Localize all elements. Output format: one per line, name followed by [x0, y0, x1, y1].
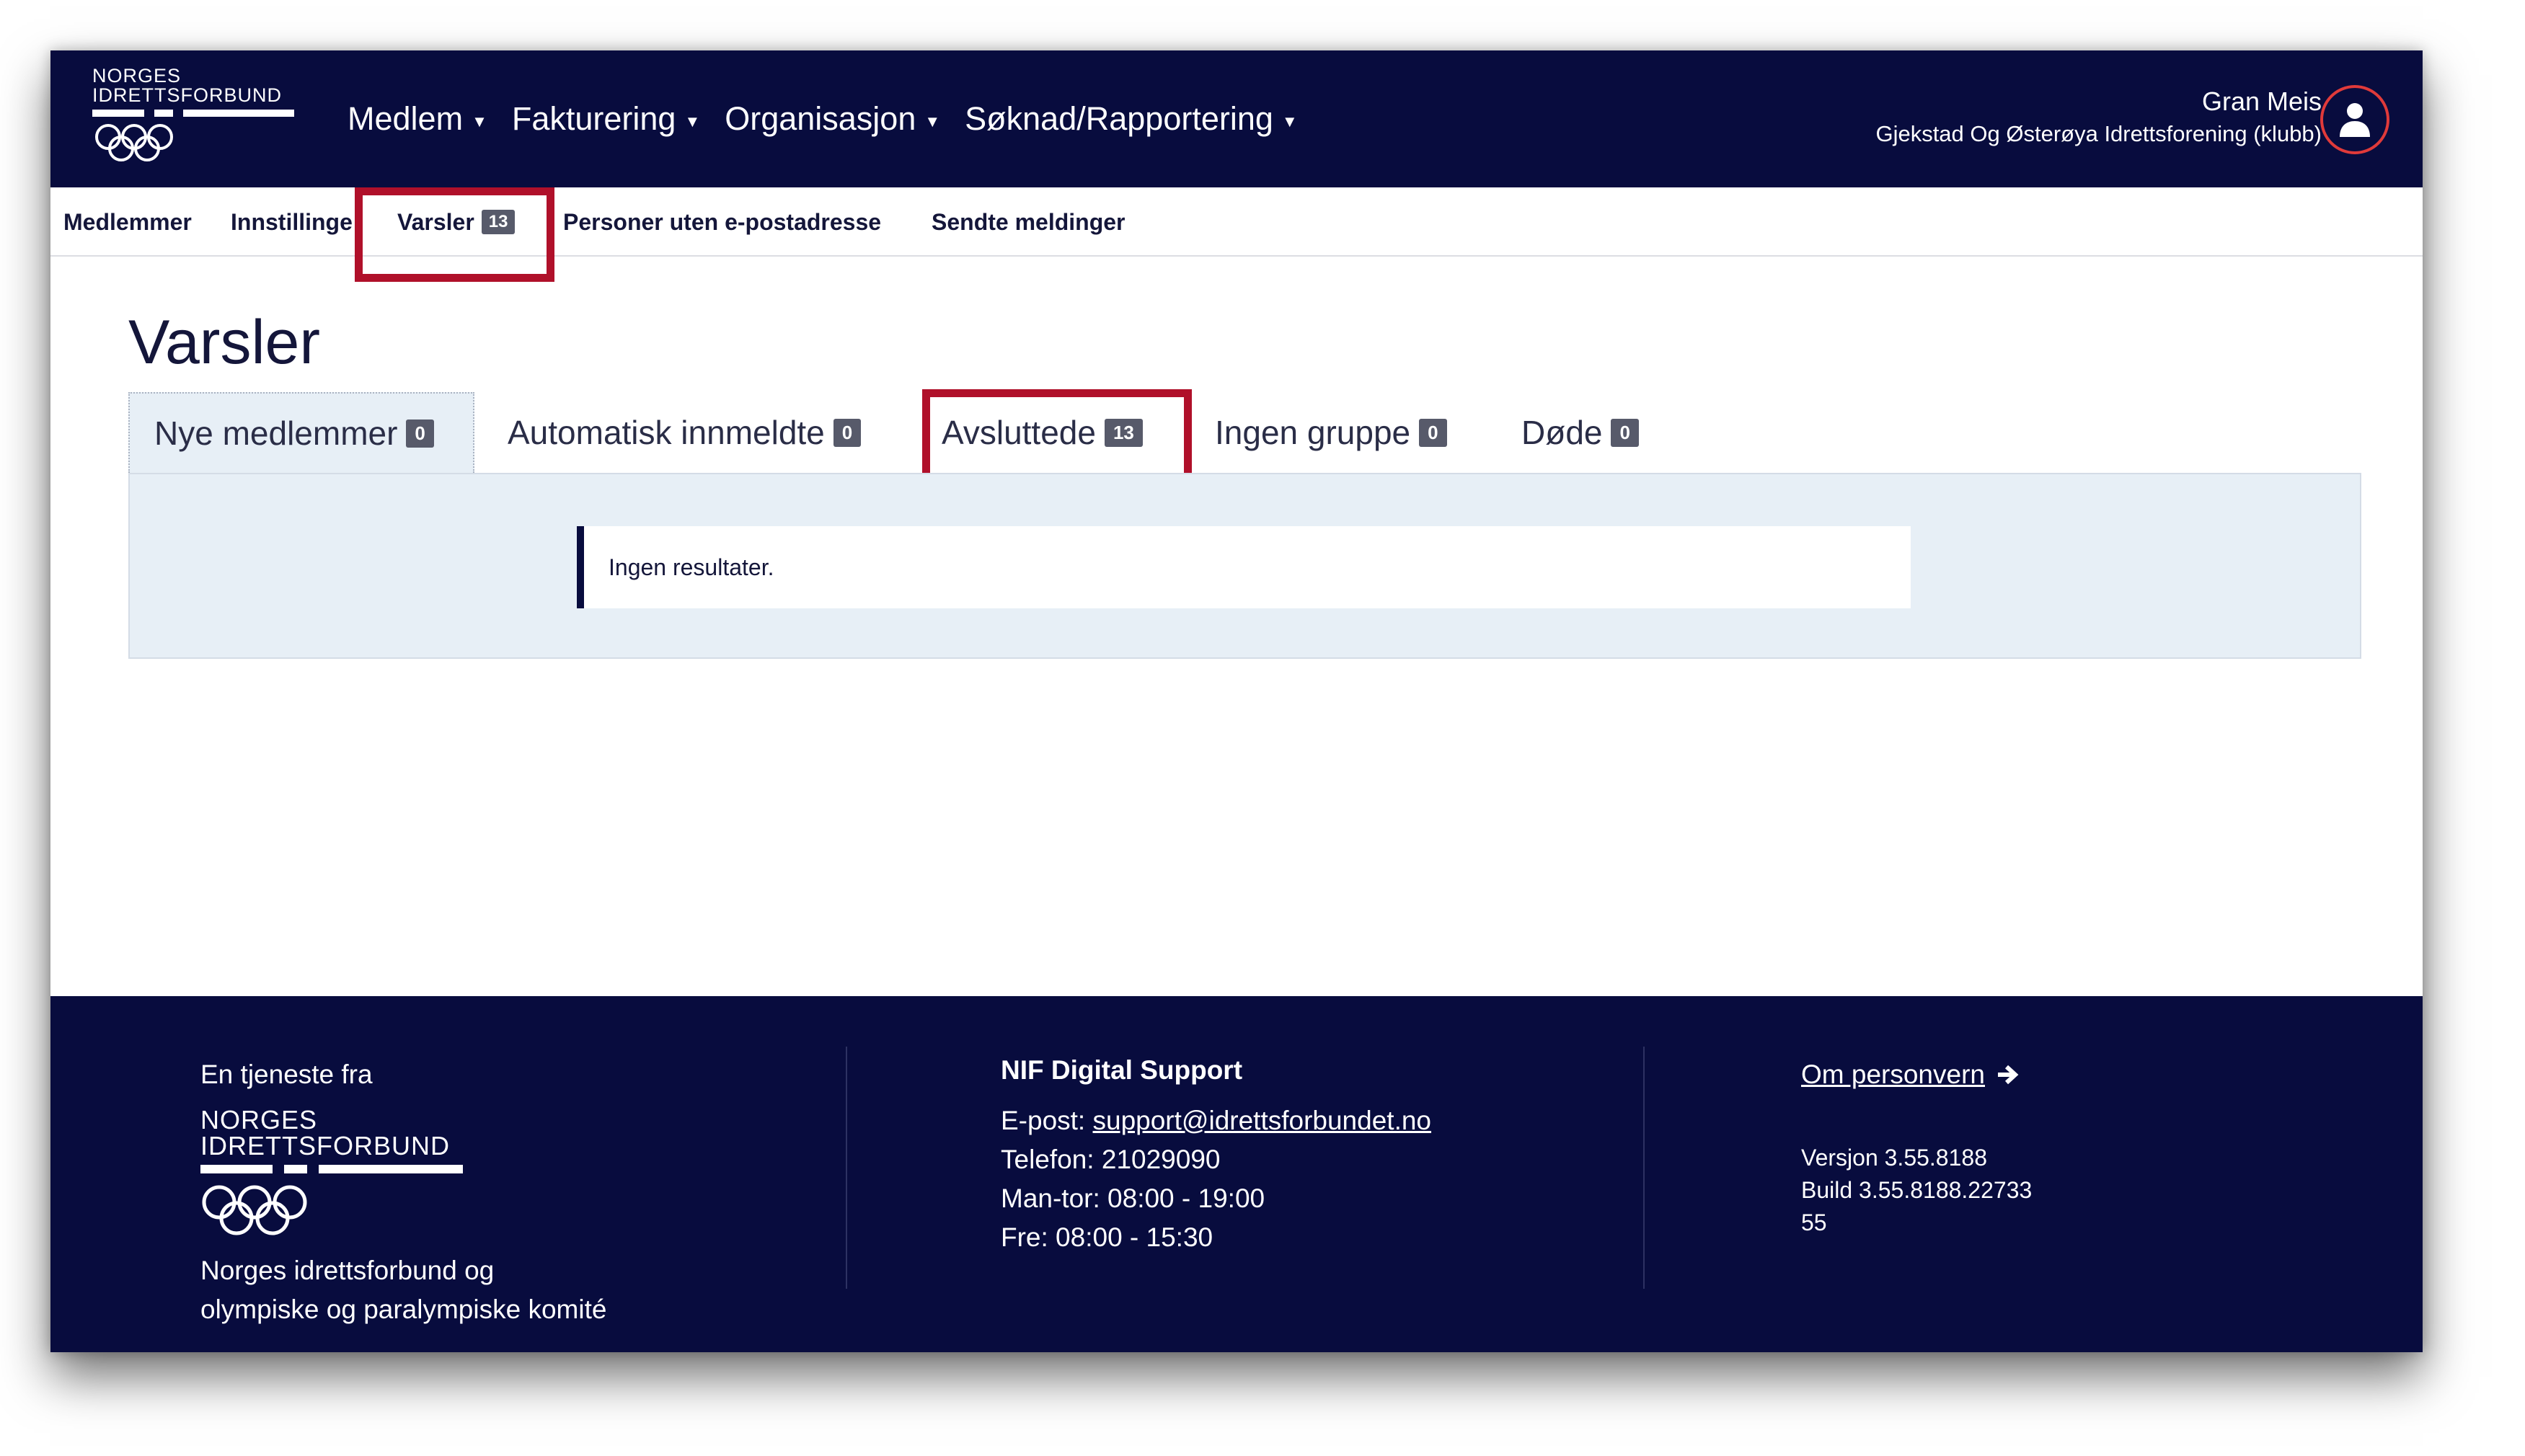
- footer-org-column: En tjeneste fra NORGES IDRETTSFORBUND No…: [200, 1055, 606, 1329]
- caret-down-icon: ▼: [1281, 112, 1298, 130]
- footer-support-column: NIF Digital Support E-post: support@idre…: [1001, 1055, 1431, 1257]
- caret-down-icon: ▼: [924, 112, 941, 130]
- nav-label: Søknad/Rapportering: [965, 100, 1273, 137]
- subnav-label: Medlemmer: [63, 209, 192, 235]
- user-name: Gran Meis: [2201, 86, 2322, 116]
- tab-label: Automatisk innmeldte: [508, 414, 825, 451]
- subnav-label: Personer uten e-postadresse: [563, 209, 882, 235]
- count-badge: 0: [1419, 418, 1447, 447]
- footer-divider: [1643, 1047, 1645, 1289]
- nav-fakturering[interactable]: Fakturering ▼: [512, 100, 700, 138]
- footer-divider: [846, 1047, 847, 1289]
- footer-logo-line-2: IDRETTSFORBUND: [200, 1131, 450, 1160]
- nav-soknad-rapportering[interactable]: Søknad/Rapportering ▼: [965, 100, 1298, 138]
- empty-message-text: Ingen resultater.: [609, 554, 774, 580]
- empty-results-message: Ingen resultater.: [577, 526, 1911, 608]
- tab-ingen-gruppe[interactable]: Ingen gruppe 0: [1215, 392, 1447, 473]
- footer-logo-bars: [200, 1165, 463, 1173]
- footer-info-column: Om personvern Versjon 3.55.8188 Build 3.…: [1801, 1055, 2032, 1239]
- arrow-right-icon: [1998, 1065, 2019, 1085]
- privacy-link[interactable]: Om personvern: [1801, 1055, 2032, 1094]
- olympic-rings-icon: [95, 124, 173, 161]
- support-email-line: E-post: support@idrettsforbundet.no: [1001, 1101, 1431, 1140]
- logo-text: NORGES IDRETTSFORBUND: [92, 66, 309, 105]
- support-email-link[interactable]: support@idrettsforbundet.no: [1093, 1106, 1432, 1135]
- tab-list: Nye medlemmer 0 Automatisk innmeldte 0 Avs…: [128, 392, 2361, 473]
- logo-line-1: NORGES: [92, 65, 182, 86]
- privacy-link-label: Om personvern: [1801, 1060, 1985, 1089]
- nav-medlem[interactable]: Medlem ▼: [348, 100, 487, 138]
- support-hours-friday: Fre: 08:00 - 15:30: [1001, 1222, 1213, 1252]
- nif-logo[interactable]: NORGES IDRETTSFORBUND: [92, 66, 309, 174]
- support-phone: Telefon: 21029090: [1001, 1145, 1221, 1174]
- tab-panel: Ingen resultater.: [128, 473, 2361, 659]
- email-label: E-post:: [1001, 1106, 1086, 1135]
- footer-logo-line-1: NORGES: [200, 1105, 318, 1135]
- subnav-medlemmer[interactable]: Medlemmer: [63, 209, 192, 236]
- subnav-personer-uten-epost[interactable]: Personer uten e-postadresse: [563, 209, 881, 236]
- logo-line-2: IDRETTSFORBUND: [92, 84, 282, 106]
- user-icon: [2340, 103, 2370, 137]
- tab-automatisk-innmeldte[interactable]: Automatisk innmeldte 0: [508, 392, 862, 473]
- support-title: NIF Digital Support: [1001, 1055, 1243, 1085]
- org-name-line-1: Norges idrettsforbund og: [200, 1256, 495, 1285]
- service-from-text: En tjeneste fra: [200, 1060, 373, 1089]
- org-name-line-2: olympiske og paralympiske komité: [200, 1295, 607, 1324]
- version-text: Versjon 3.55.8188: [1801, 1145, 1987, 1171]
- nav-label: Organisasjon: [725, 100, 916, 137]
- avatar[interactable]: [2320, 85, 2389, 154]
- count-badge: 0: [1611, 418, 1639, 447]
- subnav-innstillinger[interactable]: Innstillinge: [231, 209, 353, 236]
- subnav-sendte-meldinger[interactable]: Sendte meldinger: [932, 209, 1126, 236]
- user-organization: Gjekstad Og Østerøya Idrettsforening (kl…: [1875, 121, 2322, 146]
- build-text: Build 3.55.8188.22733: [1801, 1177, 2033, 1203]
- logo-bars: [92, 110, 294, 117]
- build-text-suffix: 55: [1801, 1209, 1827, 1235]
- footer: En tjeneste fra NORGES IDRETTSFORBUND No…: [50, 996, 2423, 1352]
- count-badge: 0: [406, 419, 434, 448]
- caret-down-icon: ▼: [472, 112, 487, 130]
- tab-label: Ingen gruppe: [1215, 414, 1411, 451]
- user-info[interactable]: Gran Meis Gjekstad Og Østerøya Idrettsfo…: [1875, 85, 2322, 150]
- page-title: Varsler: [128, 308, 321, 377]
- count-badge: 0: [833, 418, 862, 447]
- nav-organisasjon[interactable]: Organisasjon ▼: [725, 100, 940, 138]
- caret-down-icon: ▼: [684, 112, 701, 130]
- highlight-box: [922, 389, 1192, 483]
- highlight-box: [355, 187, 554, 282]
- footer-logo-text: NORGES IDRETTSFORBUND: [200, 1107, 467, 1159]
- app-window: NORGES IDRETTSFORBUND Medlem ▼ Faktureri…: [50, 50, 2423, 1352]
- main-nav: Medlem ▼ Fakturering ▼ Organisasjon ▼ Sø…: [348, 50, 1322, 187]
- tab-label: Døde: [1521, 414, 1603, 451]
- footer-nif-logo: NORGES IDRETTSFORBUND: [200, 1107, 467, 1244]
- tab-dode[interactable]: Døde 0: [1521, 392, 1639, 473]
- olympic-rings-icon: [202, 1185, 307, 1235]
- tab-nye-medlemmer[interactable]: Nye medlemmer 0: [128, 392, 474, 473]
- subnav-label: Sendte meldinger: [932, 209, 1126, 235]
- tab-label: Nye medlemmer: [154, 414, 398, 452]
- subnav-label: Innstillinge: [231, 209, 353, 235]
- top-navbar: NORGES IDRETTSFORBUND Medlem ▼ Faktureri…: [50, 50, 2423, 187]
- support-hours-weekdays: Man-tor: 08:00 - 19:00: [1001, 1184, 1265, 1213]
- nav-label: Medlem: [348, 100, 464, 137]
- nav-label: Fakturering: [511, 100, 676, 137]
